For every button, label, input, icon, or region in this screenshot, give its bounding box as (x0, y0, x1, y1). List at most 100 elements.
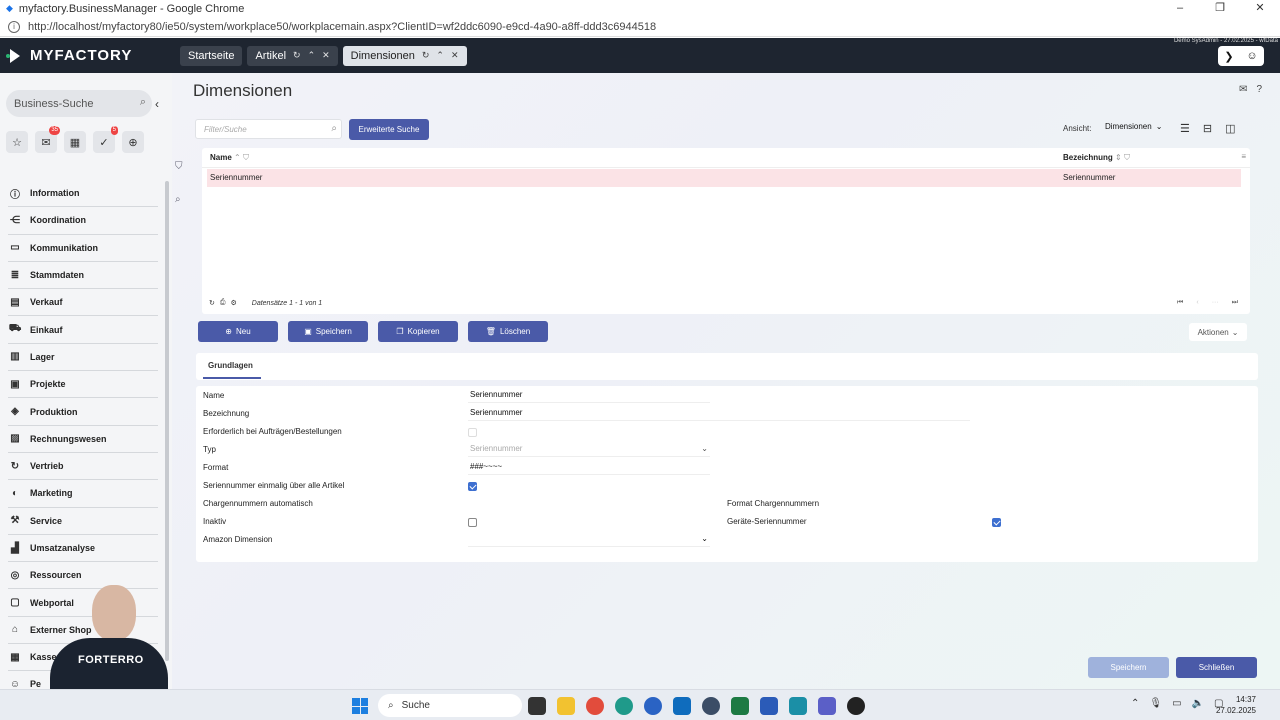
teams-icon[interactable] (818, 697, 836, 715)
search-icon[interactable]: ⌕ (140, 96, 146, 109)
maximize-button[interactable]: ❐ (1200, 0, 1240, 17)
outlook-icon[interactable] (673, 697, 691, 715)
volume-icon[interactable]: 🔈 (1192, 698, 1204, 709)
save-footer-button[interactable]: Speichern (1088, 657, 1169, 678)
sidebar-item-marketing[interactable]: ◐ Marketing (8, 480, 158, 508)
sidebar-item-projekte[interactable]: ▣ Projekte (8, 371, 158, 399)
mail-icon[interactable]: ✉ 35 (35, 126, 60, 153)
sort-icon[interactable]: ⇕ (1115, 153, 1122, 162)
file-explorer-icon[interactable] (557, 697, 575, 715)
app-icon[interactable] (644, 697, 662, 715)
excel-icon[interactable] (731, 697, 749, 715)
split-vertical-icon[interactable]: ◫ (1225, 122, 1235, 135)
tab-artikel[interactable]: Artikel ↻ ⌃ ✕ (247, 45, 338, 66)
extended-search-button[interactable]: Erweiterte Suche (349, 119, 429, 140)
name-field[interactable]: Seriennummer (468, 390, 710, 403)
close-button[interactable]: Schließen (1176, 657, 1257, 678)
minimize-button[interactable]: – (1160, 0, 1200, 17)
column-menu-icon[interactable]: ≡ (1241, 152, 1246, 161)
more-pages-icon[interactable]: ··· (1212, 299, 1219, 307)
sidebar-item-produktion[interactable]: ◈ Produktion (8, 398, 158, 426)
task-view-icon[interactable] (528, 697, 546, 715)
close-window-button[interactable]: ✕ (1240, 0, 1280, 17)
filter-icon[interactable]: ⛉ (1124, 153, 1130, 162)
bezeichnung-field[interactable]: Seriennummer (468, 408, 970, 421)
last-page-icon[interactable]: ⏭ (1232, 299, 1238, 307)
first-page-icon[interactable]: ⏮ (1177, 299, 1183, 307)
search-icon[interactable]: ⌕ (175, 194, 183, 205)
url-text[interactable]: http://localhost/myfactory80/ie50/system… (28, 21, 656, 33)
tab-grundlagen[interactable]: Grundlagen (208, 361, 253, 370)
filter-search-input[interactable]: Filter/Suche ⌕ (195, 119, 342, 139)
microphone-icon[interactable]: 🎙 (1149, 698, 1162, 709)
tasks-icon[interactable]: ✓ 5 (93, 126, 118, 153)
sidebar-item-umsatzanalyse[interactable]: ▟ Umsatzanalyse (8, 535, 158, 563)
chrome-icon[interactable] (586, 697, 604, 715)
format-field[interactable]: ###~~~~ (468, 462, 710, 475)
einmalig-checkbox[interactable] (468, 482, 477, 491)
settings-icon[interactable]: ⚙ (230, 299, 236, 307)
address-bar[interactable]: i http://localhost/myfactory80/ie50/syst… (0, 17, 1280, 37)
refresh-icon[interactable]: ↻ (209, 299, 215, 307)
chevron-up-icon[interactable]: ⌃ (436, 50, 444, 61)
sidebar-item-kommunikation[interactable]: ▭ Kommunikation (8, 235, 158, 262)
help-icon[interactable]: ? (1256, 84, 1262, 95)
edge-icon[interactable] (615, 697, 633, 715)
close-icon[interactable]: ✕ (451, 50, 459, 61)
delete-button[interactable]: 🗑 Löschen (468, 321, 548, 342)
calendar-icon[interactable]: ▦ (64, 131, 86, 153)
chevron-right-icon[interactable]: ❯ (1224, 50, 1233, 63)
refresh-icon[interactable]: ↻ (293, 50, 301, 61)
sidebar-item-lager[interactable]: ▥ Lager (8, 344, 158, 372)
business-search-input[interactable]: Business-Suche ⌕ (6, 90, 152, 117)
taskbar-search[interactable]: ⌕ Suche (378, 694, 522, 717)
word-icon[interactable] (760, 697, 778, 715)
view-select[interactable]: Dimensionen ⌄ (1105, 122, 1162, 131)
refresh-icon[interactable]: ↻ (422, 50, 430, 61)
sidebar-item-vertrieb[interactable]: ↻ Vertrieb (8, 453, 158, 481)
myfactory-logo[interactable]: MYFACTORY (6, 47, 172, 64)
column-header-bezeichnung[interactable]: Bezeichnung ⇕ ⛉ (1063, 153, 1130, 163)
erforderlich-checkbox[interactable] (468, 428, 477, 437)
close-icon[interactable]: ✕ (322, 50, 330, 61)
avatar[interactable]: ☺ (1246, 50, 1257, 62)
sort-icon[interactable]: ⌃ (234, 153, 241, 162)
sidebar-item-service[interactable]: ⚒ Service (8, 508, 158, 535)
print-icon[interactable]: ⎙ (220, 299, 226, 307)
split-horizontal-icon[interactable]: ⊟ (1203, 122, 1212, 135)
favorites-icon[interactable]: ☆ (6, 131, 28, 153)
chevron-up-icon[interactable]: ⌃ (308, 50, 316, 61)
typ-select[interactable]: Seriennummer ⌄ (468, 444, 710, 457)
sidebar-item-verkauf[interactable]: ▤ Verkauf (8, 289, 158, 317)
filter-icon[interactable]: ⛉ (175, 161, 183, 172)
clock[interactable]: 14:37 27.02.2025 (1216, 694, 1256, 716)
sidebar-item-rechnungswesen[interactable]: ▨ Rechnungswesen (8, 426, 158, 453)
chevron-up-icon[interactable]: ⌃ (1131, 698, 1139, 709)
add-icon[interactable]: ⊕ (122, 131, 144, 153)
sidebar-item-koordination[interactable]: ⋲ Koordination (8, 207, 158, 235)
search-icon[interactable]: ⌕ (331, 123, 337, 134)
list-view-icon[interactable]: ☰ (1180, 122, 1190, 135)
sidebar-item-stammdaten[interactable]: ≣ Stammdaten (8, 262, 158, 290)
mail-icon[interactable]: ✉ (1239, 84, 1247, 95)
collapse-sidebar-icon[interactable]: ‹ (155, 97, 159, 111)
amazon-dimension-select[interactable]: ⌄ (468, 534, 710, 547)
new-button[interactable]: ⊕ Neu (198, 321, 278, 342)
security-icon[interactable] (702, 697, 720, 715)
app-icon[interactable] (847, 697, 865, 715)
prev-page-icon[interactable]: ‹ (1196, 299, 1198, 307)
network-icon[interactable]: ▭ (1172, 698, 1181, 709)
tab-startseite[interactable]: Startseite (180, 45, 243, 66)
sidebar-item-einkauf[interactable]: ⛟ Einkauf (8, 316, 158, 344)
tab-dimensionen[interactable]: Dimensionen ↻ ⌃ ✕ (342, 45, 467, 66)
actions-dropdown[interactable]: Aktionen ⌄ (1189, 323, 1247, 341)
inaktiv-checkbox[interactable] (468, 518, 477, 527)
geraete-seriennummer-checkbox[interactable] (992, 518, 1001, 527)
sharepoint-icon[interactable] (789, 697, 807, 715)
windows-start-icon[interactable] (352, 698, 368, 714)
site-info-icon[interactable]: i (8, 20, 20, 33)
column-header-name[interactable]: Name ⌃ ⛉ (210, 153, 249, 163)
copy-button[interactable]: ❐ Kopieren (378, 321, 458, 342)
save-button[interactable]: ▣ Speichern (288, 321, 368, 342)
sidebar-item-information[interactable]: ⓘ Information (8, 180, 158, 208)
